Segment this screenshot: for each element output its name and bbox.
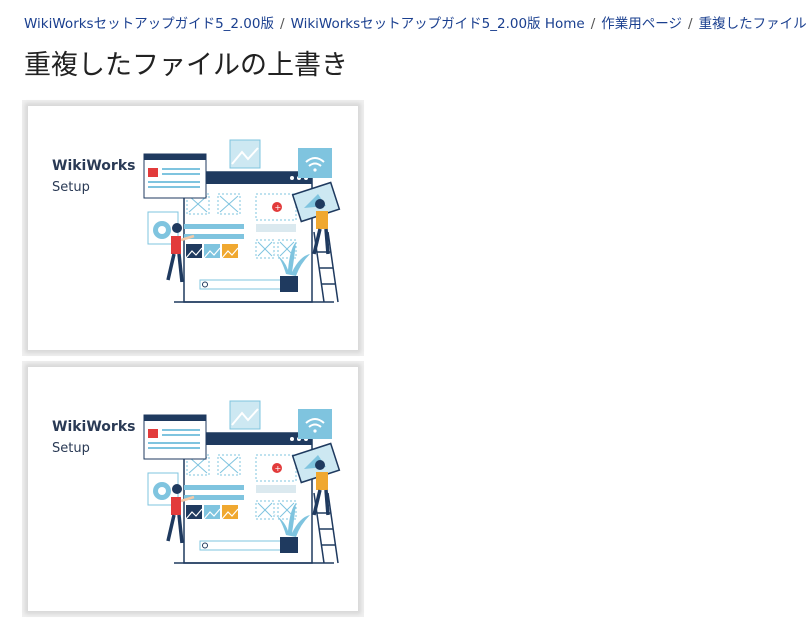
setup-image-2[interactable]: WikiWorks Setup + bbox=[28, 367, 358, 611]
logo-text-line1: WikiWorks bbox=[52, 158, 135, 174]
breadcrumb-link-guide[interactable]: WikiWorksセットアップガイド5_2.00版 bbox=[24, 16, 274, 32]
photo-frame-graphic bbox=[229, 400, 261, 430]
wifi-icon bbox=[298, 148, 332, 178]
breadcrumb-link-work-page[interactable]: 作業用ページ bbox=[601, 16, 682, 32]
document-window-graphic bbox=[143, 153, 207, 199]
logo-text-line2: Setup bbox=[52, 180, 90, 195]
photo-frame-graphic bbox=[229, 139, 261, 169]
document-window-graphic bbox=[143, 414, 207, 460]
setup-image-1[interactable]: WikiWorks Setup + bbox=[28, 106, 358, 350]
logo-text-line1: WikiWorks bbox=[52, 419, 135, 435]
logo-text-line2: Setup bbox=[52, 441, 90, 456]
svg-text:+: + bbox=[275, 464, 282, 473]
page-title: 重複したファイルの上書き bbox=[24, 50, 348, 81]
svg-text:+: + bbox=[275, 203, 282, 212]
wifi-icon bbox=[298, 409, 332, 439]
breadcrumb: WikiWorksセットアップガイド5_2.00版 / WikiWorksセットアッ… bbox=[24, 14, 806, 34]
breadcrumb-separator: / bbox=[688, 16, 693, 32]
breadcrumb-link-current[interactable]: 重複したファイルの上書き bbox=[699, 16, 806, 32]
setup-illustration: WikiWorks Setup + bbox=[52, 400, 341, 564]
breadcrumb-separator: / bbox=[590, 16, 596, 32]
setup-illustration: WikiWorks Setup + bbox=[52, 139, 341, 303]
breadcrumb-link-guide-home[interactable]: WikiWorksセットアップガイド5_2.00版 Home bbox=[291, 16, 585, 32]
breadcrumb-separator: / bbox=[280, 16, 285, 32]
